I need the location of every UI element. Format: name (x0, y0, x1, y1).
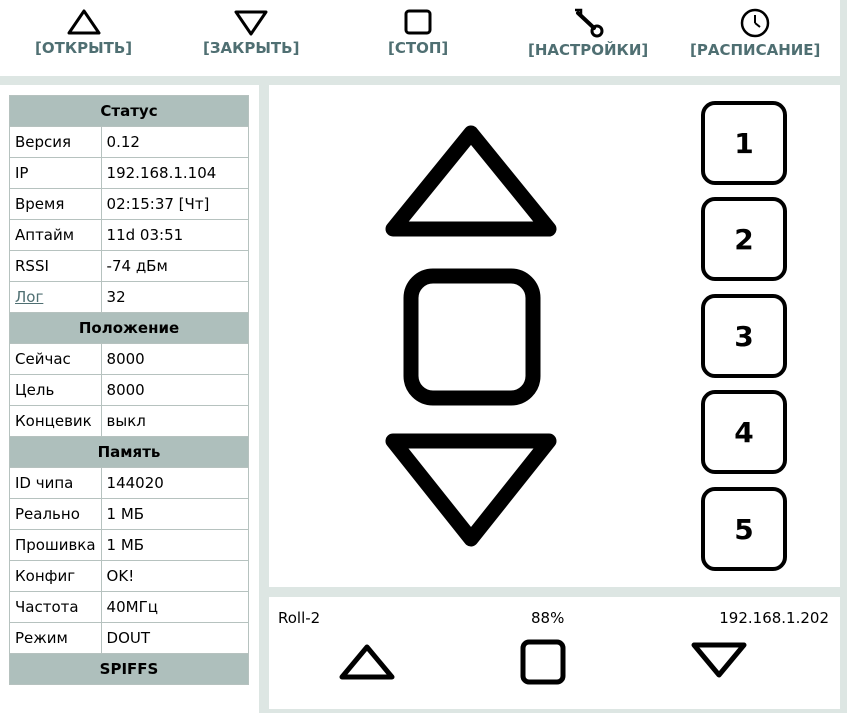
endstop-value: выкл (100, 405, 250, 437)
firmware-key: Прошивка (9, 529, 102, 561)
table-row: Частота 40МГц (9, 591, 250, 623)
status-table: Статус Версия 0.12 IP 192.168.1.104 Время 0… (9, 95, 250, 685)
schedule-button[interactable]: [РАСПИСАНИЕ] (690, 8, 820, 70)
toolbar: [ОТКРЫТЬ] [ЗАКРЫТЬ] [СТОП] [НАСТРОЙКИ] [… (0, 0, 840, 76)
uptime-key: Аптайм (9, 219, 102, 251)
stop-label: [СТОП] (388, 39, 449, 57)
chip-id-key: ID чипа (9, 467, 102, 499)
chip-id-value: 144020 (100, 467, 250, 499)
control-panel: 1 2 3 4 5 (269, 85, 840, 587)
now-key: Сейчас (9, 343, 102, 375)
ip-key: IP (9, 157, 102, 189)
preset-4-button[interactable]: 4 (701, 390, 787, 474)
device-stop-button[interactable] (519, 638, 567, 686)
rssi-value: -74 дБм (100, 250, 250, 282)
close-label: [ЗАКРЫТЬ] (203, 39, 300, 57)
settings-label: [НАСТРОЙКИ] (528, 41, 649, 59)
log-link[interactable]: Лог (15, 288, 43, 306)
table-row: ID чипа 144020 (9, 467, 250, 499)
endstop-key: Концевик (9, 405, 102, 437)
section-spiffs-header: SPIFFS (9, 653, 249, 685)
version-value: 0.12 (100, 126, 250, 158)
big-close-button[interactable] (381, 431, 561, 551)
config-key: Конфиг (9, 560, 102, 592)
uptime-value: 11d 03:51 (100, 219, 250, 251)
now-value: 8000 (100, 343, 250, 375)
table-row: Режим DOUT (9, 622, 250, 654)
preset-2-button[interactable]: 2 (701, 197, 787, 281)
rssi-key: RSSI (9, 250, 102, 282)
firmware-value: 1 МБ (100, 529, 250, 561)
table-row: Цель 8000 (9, 374, 250, 406)
mode-key: Режим (9, 622, 102, 654)
wrench-icon (575, 8, 604, 38)
big-stop-button[interactable] (403, 268, 541, 406)
target-key: Цель (9, 374, 102, 406)
table-row: Конфиг OK! (9, 560, 250, 592)
ip-value: 192.168.1.104 (100, 157, 250, 189)
square-icon (404, 9, 432, 35)
table-row: Прошивка 1 МБ (9, 529, 250, 561)
section-position-header: Положение (9, 312, 249, 344)
table-row: Реально 1 МБ (9, 498, 250, 530)
device-name: Roll-2 (278, 609, 321, 627)
device-close-button[interactable] (689, 640, 749, 680)
stop-button[interactable]: [СТОП] (388, 8, 448, 70)
big-open-button[interactable] (381, 123, 561, 241)
mode-value: DOUT (100, 622, 250, 654)
table-row: IP 192.168.1.104 (9, 157, 250, 189)
table-row: Аптайм 11d 03:51 (9, 219, 250, 251)
real-key: Реально (9, 498, 102, 530)
freq-key: Частота (9, 591, 102, 623)
device-percent: 88% (531, 609, 565, 627)
time-value: 02:15:37 [Чт] (100, 188, 250, 220)
time-key: Время (9, 188, 102, 220)
clock-icon (740, 8, 770, 38)
settings-button[interactable]: [НАСТРОЙКИ] (528, 8, 648, 70)
target-value: 8000 (100, 374, 250, 406)
version-key: Версия (9, 126, 102, 158)
open-button[interactable]: [ОТКРЫТЬ] (35, 8, 132, 70)
open-label: [ОТКРЫТЬ] (35, 39, 133, 57)
log-value: 32 (100, 281, 250, 313)
schedule-label: [РАСПИСАНИЕ] (690, 41, 821, 59)
real-value: 1 МБ (100, 498, 250, 530)
device-card: Roll-2 88% 192.168.1.202 (269, 597, 840, 709)
table-row: Сейчас 8000 (9, 343, 250, 375)
preset-3-button[interactable]: 3 (701, 294, 787, 378)
table-row: Лог 32 (9, 281, 250, 313)
status-panel: Статус Версия 0.12 IP 192.168.1.104 Время 0… (0, 85, 259, 713)
config-value: OK! (100, 560, 250, 592)
preset-1-button[interactable]: 1 (701, 101, 787, 185)
table-row: Концевик выкл (9, 405, 250, 437)
device-open-button[interactable] (337, 642, 397, 682)
table-row: Версия 0.12 (9, 126, 250, 158)
freq-value: 40МГц (100, 591, 250, 623)
triangle-down-icon (234, 10, 268, 36)
triangle-up-icon (67, 9, 101, 35)
section-memory-header: Память (9, 436, 249, 468)
table-row: Время 02:15:37 [Чт] (9, 188, 250, 220)
table-row: RSSI -74 дБм (9, 250, 250, 282)
device-ip: 192.168.1.202 (719, 609, 829, 627)
scrollbar[interactable] (840, 0, 847, 713)
preset-5-button[interactable]: 5 (701, 487, 787, 571)
close-button[interactable]: [ЗАКРЫТЬ] (203, 8, 299, 70)
section-status-header: Статус (9, 95, 249, 127)
